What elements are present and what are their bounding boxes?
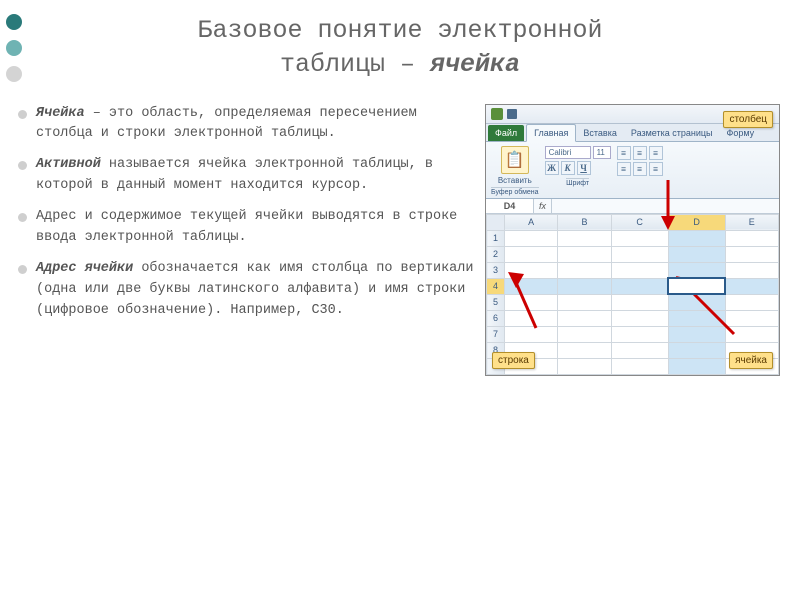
select-all-corner[interactable] — [487, 214, 505, 230]
row-header[interactable]: 6 — [487, 310, 505, 326]
tab-home[interactable]: Главная — [526, 124, 576, 142]
row-header[interactable]: 7 — [487, 326, 505, 342]
tab-insert[interactable]: Вставка — [576, 125, 623, 141]
active-cell[interactable] — [668, 278, 725, 294]
row-header[interactable]: 1 — [487, 230, 505, 246]
list-item: Ячейка – это область, определяемая перес… — [18, 104, 477, 146]
list-item: Активной называется ячейка электронной т… — [18, 155, 477, 197]
row-header[interactable]: 4 — [487, 278, 505, 294]
excel-icon — [491, 108, 503, 120]
name-box[interactable]: D4 — [486, 199, 534, 213]
ribbon-group-font: Calibri 11 Ж К Ч Шрифт — [545, 146, 611, 187]
body-text: Ячейка – это область, определяемая перес… — [18, 104, 477, 376]
col-header[interactable]: E — [725, 214, 778, 230]
formula-bar: D4 fx — [486, 199, 779, 214]
col-header[interactable]: B — [558, 214, 611, 230]
callout-cell: ячейка — [729, 352, 773, 369]
align-icon[interactable]: ≡ — [617, 146, 631, 160]
align-icon[interactable]: ≡ — [633, 146, 647, 160]
col-header[interactable]: A — [505, 214, 558, 230]
paste-button[interactable] — [501, 146, 529, 174]
tab-file[interactable]: Файл — [488, 125, 524, 141]
callout-row: строка — [492, 352, 535, 369]
fx-label[interactable]: fx — [534, 199, 552, 213]
list-item: Адрес и содержимое текущей ячейки выводя… — [18, 207, 477, 249]
slide-accent-dots — [6, 14, 22, 82]
row-header[interactable]: 5 — [487, 294, 505, 310]
font-name-select[interactable]: Calibri — [545, 146, 591, 159]
align-icon[interactable]: ≡ — [617, 162, 631, 176]
slide-title: Базовое понятие электронной таблицы – яч… — [0, 0, 800, 90]
font-size-select[interactable]: 11 — [593, 146, 611, 159]
row-header[interactable]: 2 — [487, 246, 505, 262]
arrow-row-icon — [508, 272, 564, 332]
ribbon-group-align: ≡ ≡ ≡ ≡ ≡ ≡ — [617, 146, 663, 176]
align-icon[interactable]: ≡ — [633, 162, 647, 176]
callout-column: столбец — [723, 111, 773, 128]
ribbon-group-clipboard: Вставить Буфер обмена — [491, 146, 539, 196]
save-icon — [507, 109, 517, 119]
tab-page-layout[interactable]: Разметка страницы — [624, 125, 720, 141]
align-icon[interactable]: ≡ — [649, 146, 663, 160]
arrow-column-icon — [658, 176, 678, 230]
excel-screenshot: Файл Главная Вставка Разметка страницы Ф… — [485, 104, 780, 376]
bold-button[interactable]: Ж — [545, 161, 559, 175]
row-header[interactable]: 3 — [487, 262, 505, 278]
italic-button[interactable]: К — [561, 161, 575, 175]
align-icon[interactable]: ≡ — [649, 162, 663, 176]
list-item: Адрес ячейки обозначается как имя столбц… — [18, 259, 477, 322]
ribbon: Вставить Буфер обмена Calibri 11 Ж К Ч — [486, 142, 779, 199]
spreadsheet-grid: A B C D E 1 2 3 4 5 6 7 8 9 — [486, 214, 779, 375]
underline-button[interactable]: Ч — [577, 161, 591, 175]
